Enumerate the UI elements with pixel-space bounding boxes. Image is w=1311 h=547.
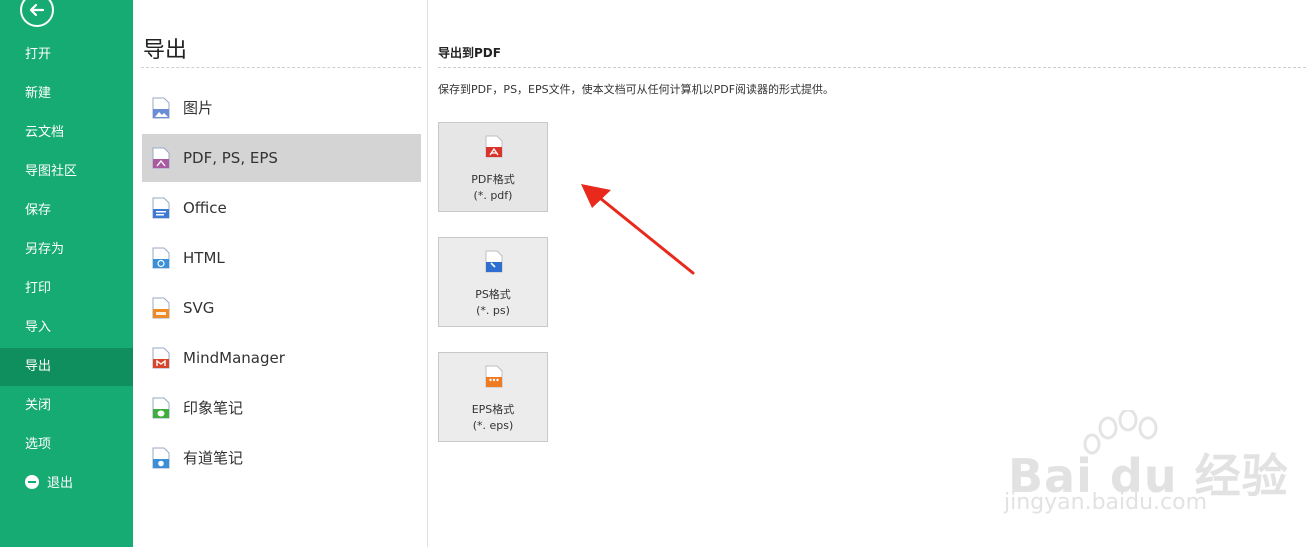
export-pdf-button[interactable]: PDF格式 (*. pdf) <box>438 122 548 212</box>
format-item-label: HTML <box>183 249 225 267</box>
export-ps-ext: (*. ps) <box>476 304 510 317</box>
ps-icon <box>485 250 503 273</box>
sidebar-item-close[interactable]: 关闭 <box>0 387 133 425</box>
sidebar-item-save[interactable]: 保存 <box>0 192 133 230</box>
sidebar-item-new[interactable]: 新建 <box>0 75 133 113</box>
sidebar-item-options[interactable]: 选项 <box>0 426 133 464</box>
eps-icon <box>485 365 503 388</box>
html-file-icon <box>152 247 170 269</box>
sidebar-item-community[interactable]: 导图社区 <box>0 153 133 191</box>
format-item-label: PDF, PS, EPS <box>183 149 278 167</box>
sidebar: 打开 新建 云文档 导图社区 保存 另存为 打印 导入 导出 关闭 选项 退出 <box>0 0 133 547</box>
format-item-mindmanager[interactable]: MindManager <box>142 334 421 382</box>
panel-description: 保存到PDF，PS，EPS文件，使本文档可从任何计算机以PDF阅读器的形式提供。 <box>438 83 835 96</box>
export-eps-label: EPS格式 <box>471 403 515 416</box>
sidebar-item-open[interactable]: 打开 <box>0 36 133 74</box>
sidebar-item-print[interactable]: 打印 <box>0 270 133 308</box>
back-arrow-icon <box>29 3 45 17</box>
watermark-url: jingyan.baidu.com <box>1004 490 1208 515</box>
export-eps-button[interactable]: EPS格式 (*. eps) <box>438 352 548 442</box>
evernote-file-icon <box>152 397 170 419</box>
annotation-arrow-icon <box>581 184 695 275</box>
pdf-icon <box>485 135 503 158</box>
office-file-icon <box>152 197 170 219</box>
format-item-evernote[interactable]: 印象笔记 <box>142 384 421 432</box>
sidebar-item-cloud-docs[interactable]: 云文档 <box>0 114 133 152</box>
export-eps-ext: (*. eps) <box>472 419 514 432</box>
export-format-list: 导出 图片 PDF, PS, EPS Office HTML SVG MindM… <box>133 0 428 547</box>
divider <box>438 67 1306 68</box>
mindmanager-file-icon <box>152 347 170 369</box>
format-item-label: 印象笔记 <box>183 399 244 417</box>
exit-icon <box>25 475 39 489</box>
format-item-label: SVG <box>183 299 215 317</box>
format-item-label: MindManager <box>183 349 285 367</box>
format-item-office[interactable]: Office <box>142 184 421 232</box>
page-title: 导出 <box>143 38 188 63</box>
panel-title: 导出到PDF <box>438 46 501 60</box>
format-item-label: 图片 <box>183 99 214 117</box>
format-item-svg[interactable]: SVG <box>142 284 421 332</box>
sidebar-item-exit-label: 退出 <box>47 476 74 491</box>
format-item-pdf[interactable]: PDF, PS, EPS <box>142 134 421 182</box>
back-button[interactable] <box>20 0 54 27</box>
format-item-label: Office <box>183 199 227 217</box>
sidebar-item-import[interactable]: 导入 <box>0 309 133 347</box>
export-pdf-ext: (*. pdf) <box>473 189 513 202</box>
sidebar-item-export[interactable]: 导出 <box>0 348 133 386</box>
format-item-image[interactable]: 图片 <box>142 84 421 132</box>
sidebar-item-save-as[interactable]: 另存为 <box>0 231 133 269</box>
export-ps-label: PS格式 <box>475 288 511 301</box>
format-item-html[interactable]: HTML <box>142 234 421 282</box>
sidebar-item-exit[interactable]: 退出 <box>0 465 133 503</box>
export-ps-button[interactable]: PS格式 (*. ps) <box>438 237 548 327</box>
format-item-youdao[interactable]: 有道笔记 <box>142 434 421 482</box>
youdao-file-icon <box>152 447 170 469</box>
svg-file-icon <box>152 297 170 319</box>
format-item-label: 有道笔记 <box>183 449 244 467</box>
pdf-file-icon <box>152 147 170 169</box>
divider <box>141 67 421 68</box>
image-file-icon <box>152 97 170 119</box>
export-pdf-label: PDF格式 <box>471 173 515 186</box>
